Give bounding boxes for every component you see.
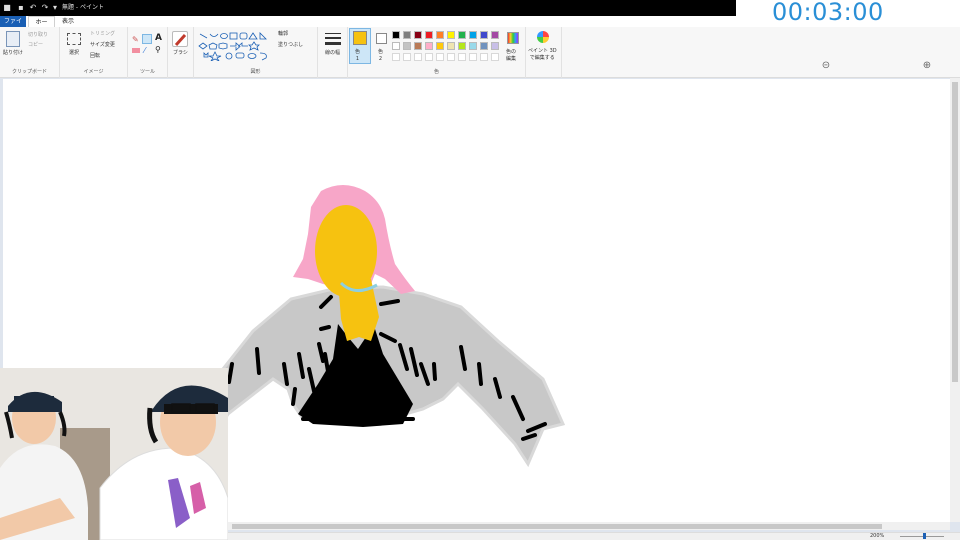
custom-color-slot[interactable] bbox=[447, 53, 455, 61]
fill-bucket-icon[interactable] bbox=[142, 34, 152, 44]
colors-group-label: 色 bbox=[433, 69, 439, 75]
eraser-icon[interactable] bbox=[132, 48, 140, 53]
palette-color-swatch[interactable] bbox=[436, 31, 444, 39]
save-icon[interactable]: ▪ bbox=[16, 3, 26, 13]
brush-icon[interactable] bbox=[172, 31, 188, 47]
palette-color-swatch[interactable] bbox=[414, 31, 422, 39]
paste-label[interactable]: 貼り付け bbox=[3, 49, 23, 56]
select-icon[interactable] bbox=[67, 33, 81, 45]
palette-color-swatch[interactable] bbox=[480, 42, 488, 50]
palette-color-swatch[interactable] bbox=[447, 31, 455, 39]
clipboard-group-label: クリップボード bbox=[11, 69, 47, 75]
edit-in-paint3d-button[interactable]: ペイント 3D で編集する bbox=[528, 48, 557, 62]
color-picker-icon[interactable]: ⁄ bbox=[144, 46, 145, 55]
tab-view[interactable]: 表示 bbox=[58, 16, 78, 27]
palette-color-swatch[interactable] bbox=[436, 42, 444, 50]
pencil-icon[interactable]: ✎ bbox=[132, 35, 139, 44]
brushes-button[interactable]: ブラシ bbox=[173, 49, 188, 56]
image-group: 選択 トリミング サイズ変更 回転 イメージ bbox=[60, 27, 128, 78]
palette-color-swatch[interactable] bbox=[414, 42, 422, 50]
shapes-gallery-icon[interactable] bbox=[198, 31, 274, 61]
palette-color-swatch[interactable] bbox=[480, 31, 488, 39]
custom-color-slot[interactable] bbox=[469, 53, 477, 61]
custom-color-slot[interactable] bbox=[480, 53, 488, 61]
crop-button[interactable]: トリミング bbox=[90, 30, 115, 37]
color2-button[interactable] bbox=[376, 33, 387, 44]
custom-color-slot[interactable] bbox=[425, 53, 433, 61]
color2-label: 色 2 bbox=[378, 49, 384, 62]
vertical-scroll-thumb[interactable] bbox=[952, 82, 958, 382]
size-group: 線の幅 bbox=[318, 27, 348, 78]
zoom-level: 200% bbox=[870, 533, 885, 539]
rotate-button[interactable]: 回転 bbox=[90, 52, 100, 59]
undo-icon[interactable]: ↶ bbox=[28, 3, 38, 13]
quick-access-dropdown-icon[interactable]: ▾ bbox=[50, 3, 60, 13]
paint-app-icon: ■ bbox=[3, 3, 11, 12]
brushes-group: ブラシ bbox=[168, 27, 194, 78]
paint3d-group: ペイント 3D で編集する bbox=[526, 27, 562, 78]
palette-color-swatch[interactable] bbox=[403, 31, 411, 39]
magnifier-icon[interactable]: ⚲ bbox=[155, 45, 161, 54]
title-bar: ■ ▪ ↶ ↷ ▾ 無題 - ペイント bbox=[0, 0, 736, 16]
zoom-slider-thumb[interactable] bbox=[923, 533, 926, 539]
paint3d-icon[interactable] bbox=[537, 31, 549, 43]
palette-color-swatch[interactable] bbox=[469, 42, 477, 50]
custom-color-slot[interactable] bbox=[392, 53, 400, 61]
clipboard-group: 貼り付け 切り取り コピー クリップボード bbox=[0, 27, 60, 78]
palette-color-swatch[interactable] bbox=[403, 42, 411, 50]
shape-outline-button[interactable]: 輪郭 bbox=[278, 30, 288, 37]
custom-color-slot[interactable] bbox=[436, 53, 444, 61]
horizontal-scroll-thumb[interactable] bbox=[232, 524, 882, 529]
palette-color-swatch[interactable] bbox=[469, 31, 477, 39]
shapes-group: 輪郭 塗りつぶし 図形 bbox=[194, 27, 318, 78]
shape-fill-button[interactable]: 塗りつぶし bbox=[278, 41, 303, 48]
copy-button[interactable]: コピー bbox=[28, 41, 43, 48]
palette-color-swatch[interactable] bbox=[447, 42, 455, 50]
palette-color-swatch[interactable] bbox=[392, 31, 400, 39]
redo-icon[interactable]: ↷ bbox=[40, 3, 50, 13]
circle-arrow-icon[interactable]: ⊝ bbox=[817, 60, 835, 74]
custom-color-slot[interactable] bbox=[458, 53, 466, 61]
palette-color-swatch[interactable] bbox=[425, 31, 433, 39]
zoom-slider[interactable] bbox=[900, 536, 944, 537]
tab-file[interactable]: ファイル bbox=[0, 16, 26, 36]
tools-group-label: ツール bbox=[139, 69, 155, 75]
tab-home[interactable]: ホーム bbox=[28, 16, 55, 37]
select-label[interactable]: 選択 bbox=[69, 49, 79, 56]
plus-circle-icon[interactable]: ⊕ bbox=[918, 60, 936, 74]
text-tool-icon[interactable]: A bbox=[155, 33, 162, 43]
edit-colors-button[interactable]: 色の 編集 bbox=[506, 49, 516, 63]
color1-swatch bbox=[353, 31, 367, 45]
paste-icon[interactable] bbox=[6, 31, 20, 47]
line-width-label[interactable]: 線の幅 bbox=[325, 49, 340, 56]
window-title: 無題 - ペイント bbox=[62, 4, 104, 11]
edit-colors-icon[interactable] bbox=[507, 32, 519, 44]
custom-color-slot[interactable] bbox=[491, 53, 499, 61]
palette-color-swatch[interactable] bbox=[458, 42, 466, 50]
custom-color-slot[interactable] bbox=[403, 53, 411, 61]
countdown-timer: 00:03:00 bbox=[772, 0, 884, 26]
color1-label: 色 1 bbox=[355, 49, 361, 62]
menu-bar: ファイル ホーム 表示 bbox=[0, 16, 736, 37]
resize-button[interactable]: サイズ変更 bbox=[90, 41, 115, 48]
webcam-overlay bbox=[0, 368, 228, 540]
palette-color-swatch[interactable] bbox=[458, 31, 466, 39]
line-width-icon[interactable] bbox=[325, 33, 341, 45]
palette-color-swatch[interactable] bbox=[392, 42, 400, 50]
tools-group: ✎ A ⁄ ⚲ ツール bbox=[128, 27, 168, 78]
cut-button[interactable]: 切り取り bbox=[28, 31, 48, 38]
custom-color-slot[interactable] bbox=[414, 53, 422, 61]
palette-color-swatch[interactable] bbox=[491, 42, 499, 50]
status-bar bbox=[228, 532, 960, 540]
palette-color-swatch[interactable] bbox=[491, 31, 499, 39]
image-group-label: イメージ bbox=[83, 69, 104, 75]
palette-color-swatch[interactable] bbox=[425, 42, 433, 50]
shapes-group-label: 図形 bbox=[250, 69, 261, 75]
